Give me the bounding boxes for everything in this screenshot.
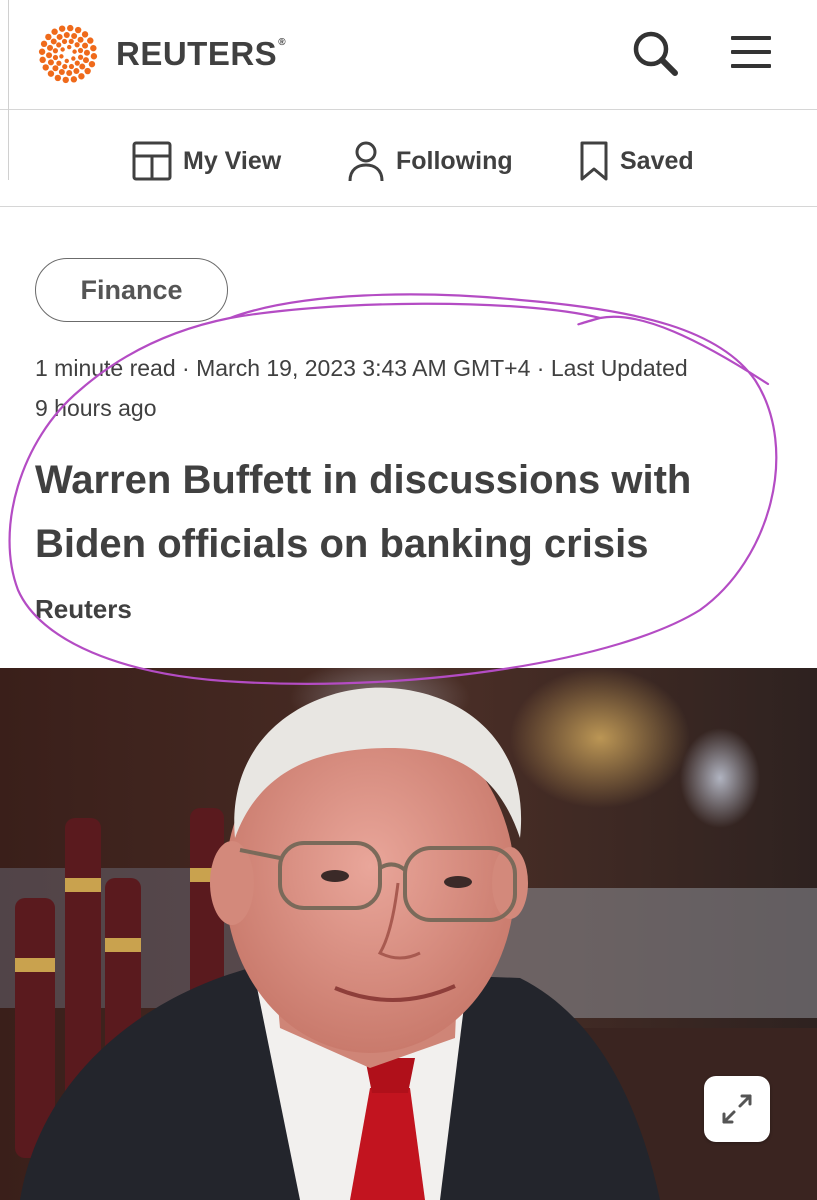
nav-saved[interactable]: Saved [578, 135, 694, 187]
category-pill[interactable]: Finance [35, 258, 228, 322]
logo-dot [38, 48, 46, 55]
logo-dot [82, 42, 89, 49]
logo-dot [52, 54, 59, 61]
logo-dot [54, 74, 62, 82]
logo-dot [50, 38, 57, 45]
logo-dot [51, 28, 58, 35]
logo-dot [39, 56, 46, 64]
logo-dot [46, 52, 53, 59]
logo-dot [47, 59, 54, 66]
article-meta: 1 minute read · March 19, 2023 3:43 AM G… [35, 348, 785, 428]
logo-dot [58, 68, 65, 75]
logo-dot [71, 56, 76, 61]
logo-dot [67, 24, 74, 32]
logo-dot [77, 36, 84, 43]
expand-image-button[interactable] [704, 1076, 770, 1142]
logo-dot [70, 76, 78, 83]
logo-dot [72, 49, 77, 54]
nav-my-view[interactable]: My View [131, 135, 281, 187]
logo-dot [67, 44, 72, 50]
logo-dot [62, 76, 69, 84]
logo-dot [66, 69, 73, 76]
site-header: REUTERS® [0, 0, 817, 110]
layout-grid-icon [132, 141, 172, 181]
logo-dot [79, 63, 86, 70]
logo-dot [74, 42, 80, 48]
logo-dot [77, 47, 84, 54]
logo-dot [73, 68, 80, 75]
hamburger-menu-icon [731, 36, 771, 68]
logo-dot [68, 63, 75, 70]
logo-dot [52, 65, 59, 72]
logo-dot [47, 70, 55, 77]
nav-following[interactable]: Following [346, 135, 513, 187]
headline-line-1: Warren Buffett in discussions with [35, 458, 692, 502]
search-icon [633, 31, 678, 76]
logo-dot [81, 31, 89, 38]
logo-dot [56, 42, 62, 48]
bookmark-icon [580, 141, 608, 181]
logo-dot [90, 53, 98, 60]
article-headline: Warren Buffett in discussions with Biden… [35, 448, 795, 576]
logo-dot [60, 47, 65, 52]
logo-dot [88, 60, 96, 68]
logo-dot [77, 54, 84, 60]
menu-button[interactable] [726, 30, 776, 74]
nav-following-label: Following [396, 146, 513, 175]
article-meta-line-2: 9 hours ago [35, 395, 157, 421]
logo-dot [87, 37, 94, 44]
logo-dot [62, 63, 68, 70]
logo-dot [71, 33, 78, 40]
logo-dot [45, 33, 52, 41]
article-photo[interactable] [0, 668, 817, 1200]
logo-dot [58, 25, 66, 32]
logo-dot [74, 26, 82, 34]
logo-dot [68, 38, 74, 45]
headline-line-2: Biden officials on banking crisis [35, 522, 649, 566]
sub-navigation: My View Following Saved [0, 111, 817, 207]
expand-arrows-icon [722, 1094, 752, 1124]
brand-name: REUTERS® [116, 35, 287, 72]
logo-dot [84, 67, 91, 75]
logo-dot [90, 44, 97, 52]
logo-dot [56, 33, 63, 40]
reuters-dot-sphere-logo [38, 24, 98, 84]
logo-dot [59, 54, 64, 59]
logo-dot [74, 60, 80, 66]
logo-dot [78, 73, 85, 80]
logo-dot [47, 44, 54, 51]
nav-saved-label: Saved [620, 146, 694, 175]
logo-dot [40, 40, 48, 48]
logo-dot [61, 38, 68, 45]
reuters-logo[interactable]: REUTERS® [34, 22, 286, 86]
logo-dot [82, 57, 89, 64]
logo-dot [52, 48, 59, 54]
article-meta-line-1: 1 minute read · March 19, 2023 3:43 AM G… [35, 355, 688, 381]
logo-dot [63, 32, 70, 39]
logo-dot [64, 58, 69, 64]
portrait-image [0, 668, 817, 1200]
person-icon [348, 141, 384, 182]
search-button[interactable] [628, 26, 682, 80]
logo-dot [56, 60, 62, 66]
nav-my-view-label: My View [183, 146, 282, 175]
byline[interactable]: Reuters [35, 594, 132, 625]
logo-dot [42, 64, 49, 71]
logo-dot [83, 49, 90, 56]
